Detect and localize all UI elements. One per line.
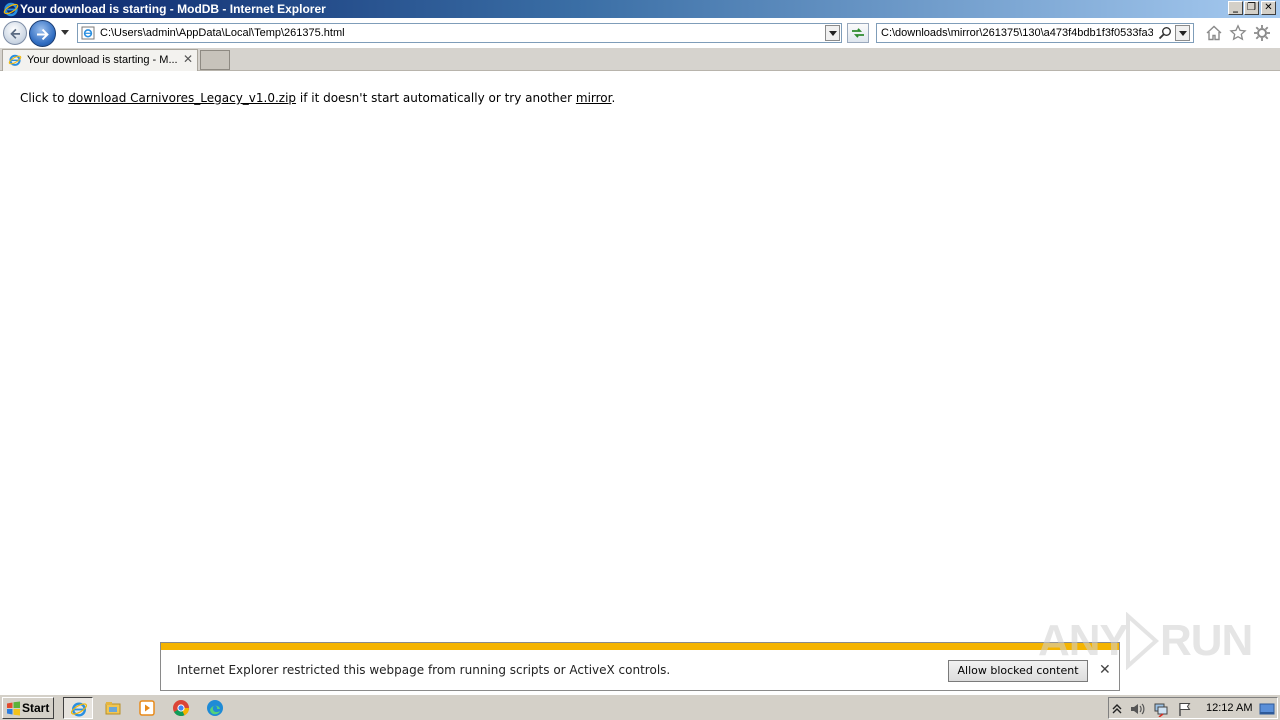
search-field[interactable]: C:\downloads\mirror\261375\130\a473f4bdb… xyxy=(876,23,1194,43)
watermark-text-right: RUN xyxy=(1160,616,1253,665)
restore-button[interactable]: ❐ xyxy=(1244,1,1259,15)
media-player-icon xyxy=(139,700,155,716)
internet-explorer-icon xyxy=(70,702,88,717)
information-bar: Internet Explorer restricted this webpag… xyxy=(160,642,1120,691)
show-desktop-icon[interactable] xyxy=(1259,701,1275,717)
anyrun-watermark-logo: ANY RUN xyxy=(1038,612,1253,672)
tab-active[interactable]: Your download is starting - M... ✕ xyxy=(2,49,198,71)
network-icon[interactable] xyxy=(1153,701,1169,717)
home-icon xyxy=(1206,25,1222,41)
taskbar-edge[interactable] xyxy=(200,697,230,719)
message-prefix: Click to xyxy=(20,91,69,105)
download-message: Click to download Carnivores_Legacy_v1.0… xyxy=(20,91,615,105)
window-titlebar[interactable]: Your download is starting - ModDB - Inte… xyxy=(0,0,1280,18)
file-explorer-icon xyxy=(105,702,121,715)
tab-bar: Your download is starting - M... ✕ xyxy=(0,48,1280,71)
back-icon xyxy=(10,28,20,39)
window-title: Your download is starting - ModDB - Inte… xyxy=(20,2,326,16)
search-dropdown-icon xyxy=(1179,31,1187,36)
tab-label: Your download is starting - M... xyxy=(27,54,178,66)
watermark-text-left: ANY xyxy=(1038,616,1129,665)
favorites-icon xyxy=(1229,24,1247,41)
address-dropdown-icon xyxy=(829,31,837,36)
start-label: Start xyxy=(22,701,50,715)
close-button[interactable]: ✕ xyxy=(1261,1,1276,15)
taskbar-internet-explorer[interactable] xyxy=(63,697,93,719)
new-tab-button[interactable] xyxy=(200,50,230,70)
internet-explorer-icon xyxy=(8,54,22,66)
page-content: Click to download Carnivores_Legacy_v1.0… xyxy=(0,71,1280,694)
taskbar-chrome[interactable] xyxy=(166,697,196,719)
volume-icon[interactable] xyxy=(1129,701,1145,717)
windows-logo-icon xyxy=(7,701,20,716)
chrome-icon xyxy=(173,700,189,716)
search-icon[interactable] xyxy=(1158,26,1172,40)
favorites-button[interactable] xyxy=(1229,24,1247,42)
play-icon xyxy=(1126,612,1160,670)
internet-explorer-icon xyxy=(3,2,19,17)
address-bar[interactable]: C:\Users\admin\AppData\Local\Temp\261375… xyxy=(77,23,842,43)
message-suffix: . xyxy=(611,91,616,105)
download-link[interactable]: download Carnivores_Legacy_v1.0.zip xyxy=(68,91,296,105)
back-button[interactable] xyxy=(3,21,27,45)
infobar-accent-stripe xyxy=(161,643,1119,650)
navigation-bar: C:\Users\admin\AppData\Local\Temp\261375… xyxy=(0,18,1280,48)
tools-icon xyxy=(1254,25,1270,41)
taskbar-clock[interactable]: 12:12 AM xyxy=(1206,701,1252,715)
tab-close-icon[interactable]: ✕ xyxy=(183,52,193,66)
taskbar: Start 12:12 AM xyxy=(0,694,1280,720)
start-button[interactable]: Start xyxy=(2,697,54,719)
tools-button[interactable] xyxy=(1253,24,1271,42)
system-tray: 12:12 AM xyxy=(1108,697,1278,719)
compatibility-refresh-button[interactable] xyxy=(847,23,869,43)
minimize-button[interactable]: _ xyxy=(1228,1,1243,15)
action-center-flag-icon[interactable] xyxy=(1177,701,1193,717)
forward-button[interactable] xyxy=(29,20,56,47)
taskbar-media-player[interactable] xyxy=(132,697,162,719)
address-dropdown-button[interactable] xyxy=(825,25,840,41)
forward-icon xyxy=(37,28,49,41)
mirror-link[interactable]: mirror xyxy=(576,91,612,105)
infobar-message: Internet Explorer restricted this webpag… xyxy=(177,663,671,677)
home-button[interactable] xyxy=(1205,24,1223,42)
recent-pages-icon[interactable] xyxy=(60,27,70,37)
address-text: C:\Users\admin\AppData\Local\Temp\261375… xyxy=(100,27,345,39)
taskbar-file-explorer[interactable] xyxy=(98,697,128,719)
search-text: C:\downloads\mirror\261375\130\a473f4bdb… xyxy=(881,27,1153,39)
message-middle: if it doesn't start automatically or try… xyxy=(296,91,576,105)
edge-icon xyxy=(207,700,223,716)
compatibility-refresh-icon xyxy=(852,28,864,38)
page-icon xyxy=(81,26,95,40)
search-dropdown-button[interactable] xyxy=(1175,25,1190,41)
show-hidden-icons[interactable] xyxy=(1109,701,1125,717)
